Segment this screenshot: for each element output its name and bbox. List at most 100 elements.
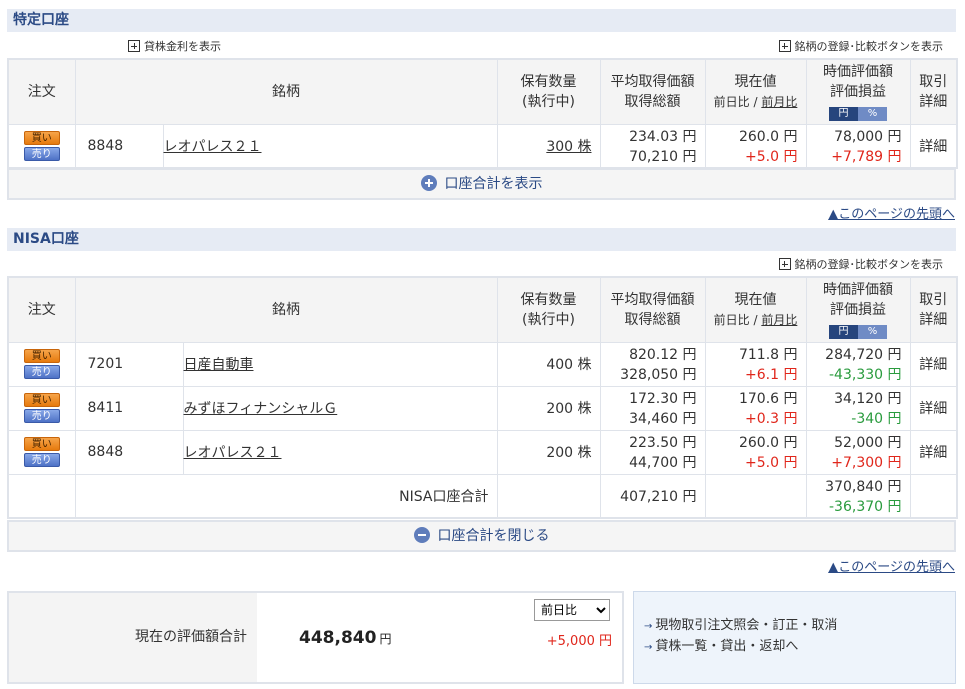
order-cell: 買い 売り (7, 429, 76, 475)
expand-account-total-button[interactable]: 口座合計を表示 (7, 168, 956, 200)
tokutei-toolbar: 貸株金利を表示 銘柄の登録･比較ボタンを表示 (7, 35, 956, 55)
page-top-link[interactable]: ▲このページの先頭へ (828, 556, 955, 575)
buy-button[interactable]: 買い (23, 393, 60, 407)
page-top-link[interactable]: ▲このページの先頭へ (828, 203, 955, 222)
order-cell: 買い 売り (7, 385, 76, 431)
detail-link[interactable]: 詳細 (909, 123, 958, 169)
plus-icon (778, 40, 791, 52)
order-inquiry-link[interactable]: → 現物取引注文照会・訂正・取消 (644, 616, 955, 637)
buy-button[interactable]: 買い (23, 437, 60, 451)
summary-label: 現在の評価額合計 (135, 629, 247, 645)
avg-cell: 223.50 円 44,700 円 (599, 429, 706, 475)
month-change-sort[interactable]: 前月比 (761, 313, 797, 327)
col-order: 注文 (7, 276, 76, 343)
col-issue: 銘柄 (74, 276, 498, 343)
nisa-holdings-table: 注文 銘柄 保有数量 (執行中) 平均取得価額 取得総額 現在値 前日比 / 前月比 … (7, 276, 958, 519)
col-market-value: 時価評価額 評価損益円% (805, 276, 911, 343)
lending-rate-toggle[interactable]: 貸株金利を表示 (128, 38, 221, 54)
buy-button[interactable]: 買い (23, 349, 60, 363)
month-change-sort[interactable]: 前月比 (761, 95, 797, 109)
avg-cell: 234.03 円 70,210 円 (599, 123, 706, 169)
stock-name-link[interactable]: 日産自動車 (184, 357, 254, 373)
price-cell: 260.0 円 +5.0 円 (704, 123, 807, 169)
col-current: 現在値 前日比 / 前月比 (704, 276, 807, 343)
col-current: 現在値 前日比 / 前月比 (704, 58, 807, 125)
related-links: → 現物取引注文照会・訂正・取消 → 貸株一覧・貸出・返却へ (633, 591, 956, 684)
table-row: 買い売り 8848 レオパレス２１ 200 株 223.50 円 44,700 円… (7, 429, 958, 475)
lending-list-link[interactable]: → 貸株一覧・貸出・返却へ (644, 637, 955, 658)
qty-cell: 200 株 (496, 385, 601, 431)
qty-cell: 200 株 (496, 429, 601, 475)
value-cell: 78,000 円 +7,789 円 (805, 123, 911, 169)
stock-name-link[interactable]: みずほフィナンシャルＧ (184, 401, 338, 417)
nisa-toolbar: 銘柄の登録･比較ボタンを表示 (7, 253, 956, 273)
valuation-summary: 現在の評価額合計 448,840 円 前日比 +5,000 円 (7, 591, 624, 684)
price-cell: 170.6 円 +0.3 円 (704, 385, 807, 431)
summary-total: 448,840 円 (299, 628, 392, 648)
col-qty: 保有数量 (執行中) (496, 276, 601, 343)
avg-cell: 172.30 円 34,460 円 (599, 385, 706, 431)
section-title-nisa: NISA口座 (7, 228, 956, 251)
sell-button[interactable]: 売り (23, 409, 60, 423)
col-qty: 保有数量 (執行中) (496, 58, 601, 125)
stock-name-link[interactable]: レオパレス２１ (184, 445, 282, 461)
unit-toggle: 円% (829, 324, 887, 339)
section-title-tokutei: 特定口座 (7, 9, 956, 32)
col-trade: 取引 詳細 (909, 58, 958, 125)
yen-toggle[interactable]: 円 (829, 106, 858, 121)
price-cell: 260.0 円 +5.0 円 (704, 429, 807, 475)
comparison-select[interactable]: 前日比 (534, 599, 610, 621)
collapse-account-total-button[interactable]: 口座合計を閉じる (7, 520, 956, 552)
percent-toggle[interactable]: % (858, 106, 887, 121)
day-change-sort[interactable]: 前日比 (714, 313, 750, 327)
register-compare-toggle[interactable]: 銘柄の登録･比較ボタンを表示 (778, 256, 943, 272)
register-compare-toggle[interactable]: 銘柄の登録･比較ボタンを表示 (778, 38, 943, 54)
summary-diff: +5,000 円 (546, 634, 612, 649)
minus-circle-icon (413, 527, 430, 543)
buy-button[interactable]: 買い (23, 130, 60, 145)
detail-link[interactable]: 詳細 (909, 385, 958, 431)
account-total-label: NISA口座合計 (74, 473, 498, 519)
col-order: 注文 (7, 58, 76, 125)
col-avg-price: 平均取得価額 取得総額 (599, 58, 706, 125)
account-total-row: NISA口座合計 407,210 円 370,840 円 -36,370 円 (7, 473, 958, 519)
stock-code: 7201 (74, 341, 184, 387)
plus-icon (778, 258, 791, 270)
stock-name: 日産自動車 (182, 341, 498, 387)
col-trade: 取引 詳細 (909, 276, 958, 343)
stock-name: みずほフィナンシャルＧ (182, 385, 498, 431)
percent-toggle[interactable]: % (858, 324, 887, 339)
qty-link[interactable]: 300 株 (546, 139, 591, 155)
tokutei-holdings-table: 注文 銘柄 保有数量 (執行中) 平均取得価額 取得総額 現在値 前日比 / 前月比 … (7, 58, 958, 169)
detail-link[interactable]: 詳細 (909, 341, 958, 387)
yen-toggle[interactable]: 円 (829, 324, 858, 339)
day-change-sort[interactable]: 前日比 (714, 95, 750, 109)
stock-code: 8848 (74, 123, 164, 169)
stock-code: 8411 (74, 385, 184, 431)
plus-circle-icon (420, 175, 437, 191)
total-acq: 407,210 円 (599, 473, 706, 519)
col-issue: 銘柄 (74, 58, 498, 125)
stock-name: レオパレス２１ (182, 429, 498, 475)
stock-name-link[interactable]: レオパレス２１ (164, 139, 262, 155)
stock-name: レオパレス２１ (162, 123, 498, 169)
table-row: 買い 売り 8848 レオパレス２１ 300 株 234.03 円 70,210 円… (7, 123, 958, 169)
order-cell: 買い 売り (7, 341, 76, 387)
qty-cell: 400 株 (496, 341, 601, 387)
sell-button[interactable]: 売り (23, 453, 60, 467)
stock-code: 8848 (74, 429, 184, 475)
sell-button[interactable]: 売り (23, 365, 60, 379)
table-row: 買い 売り 7201 日産自動車 400 株 820.12 円 328,050 円 … (7, 341, 958, 387)
order-cell: 買い 売り (7, 123, 76, 169)
table-row: 買い売り 8411 みずほフィナンシャルＧ 200 株 172.30 円 34,4… (7, 385, 958, 431)
sell-button[interactable]: 売り (23, 146, 60, 161)
detail-link[interactable]: 詳細 (909, 429, 958, 475)
summary-panel: 448,840 円 前日比 +5,000 円 (257, 593, 622, 682)
unit-toggle: 円% (829, 106, 887, 121)
avg-cell: 820.12 円 328,050 円 (599, 341, 706, 387)
total-value-cell: 370,840 円 -36,370 円 (805, 473, 911, 519)
value-cell: 52,000 円 +7,300 円 (805, 429, 911, 475)
price-cell: 711.8 円 +6.1 円 (704, 341, 807, 387)
qty-cell: 300 株 (496, 123, 601, 169)
col-market-value: 時価評価額 評価損益円% (805, 58, 911, 125)
